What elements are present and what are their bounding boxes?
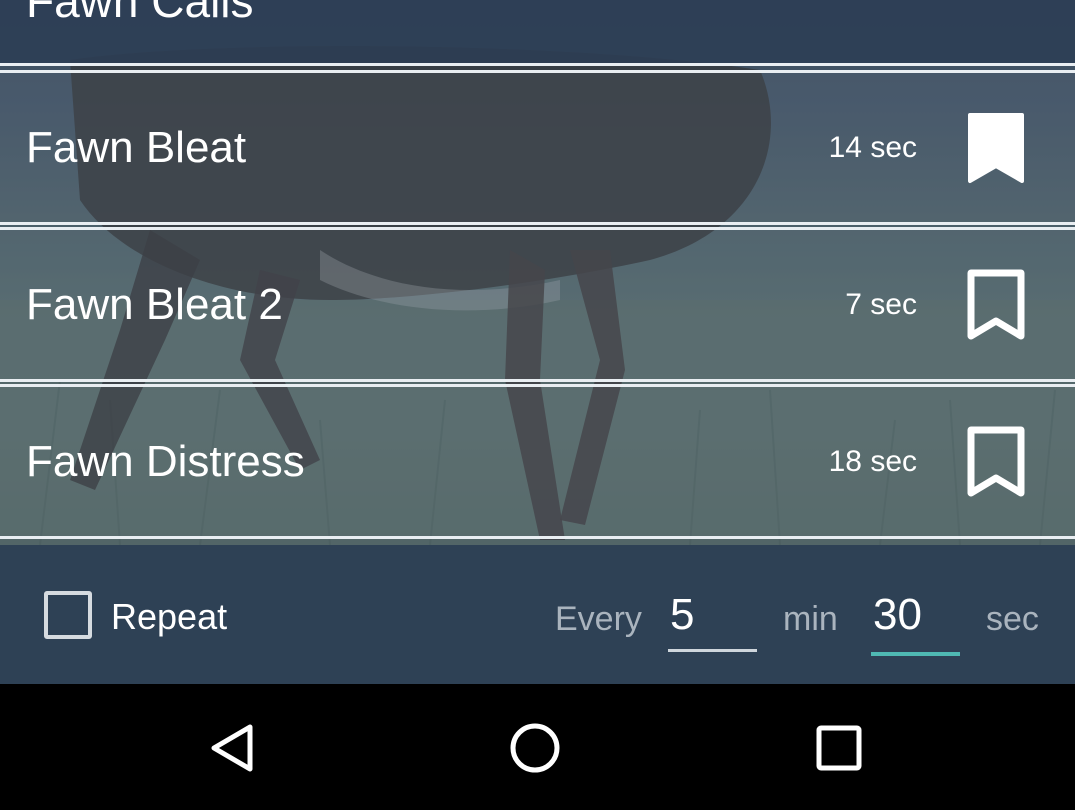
list-item[interactable]: Fawn Bleat 2 7 sec (0, 227, 1075, 382)
home-circle-icon (510, 723, 560, 773)
system-navigation-bar (0, 684, 1075, 810)
bookmark-outline-icon (967, 426, 1025, 496)
bookmark-button[interactable] (966, 268, 1026, 342)
call-duration: 14 sec (828, 130, 917, 164)
bookmark-button[interactable] (966, 111, 1026, 185)
recents-button[interactable] (799, 718, 879, 778)
back-triangle-icon (211, 724, 253, 772)
repeat-checkbox[interactable] (44, 591, 92, 639)
page-title: Fawn Calls (26, 0, 254, 27)
call-name: Fawn Bleat 2 (26, 279, 283, 329)
screen-header: Fawn Calls (0, 0, 1075, 66)
home-button[interactable] (495, 718, 575, 778)
list-item[interactable]: Fawn Distress 18 sec (0, 384, 1075, 539)
sec-label: sec (986, 600, 1039, 638)
call-name: Fawn Distress (26, 436, 305, 486)
seconds-input[interactable]: 30 (871, 588, 960, 656)
list-item[interactable]: Fawn Bleat 14 sec (0, 70, 1075, 225)
call-duration: 7 sec (845, 287, 917, 321)
bookmark-filled-icon (968, 112, 1024, 183)
every-label: Every (555, 600, 642, 638)
min-label: min (783, 600, 838, 638)
repeat-label: Repeat (111, 596, 228, 637)
call-name: Fawn Bleat (26, 122, 247, 172)
minutes-input[interactable]: 5 (668, 588, 757, 652)
recents-square-icon (816, 725, 862, 771)
bookmark-outline-icon (967, 269, 1025, 339)
bookmark-button[interactable] (966, 425, 1026, 499)
back-button[interactable] (192, 718, 272, 778)
call-duration: 18 sec (828, 444, 917, 478)
